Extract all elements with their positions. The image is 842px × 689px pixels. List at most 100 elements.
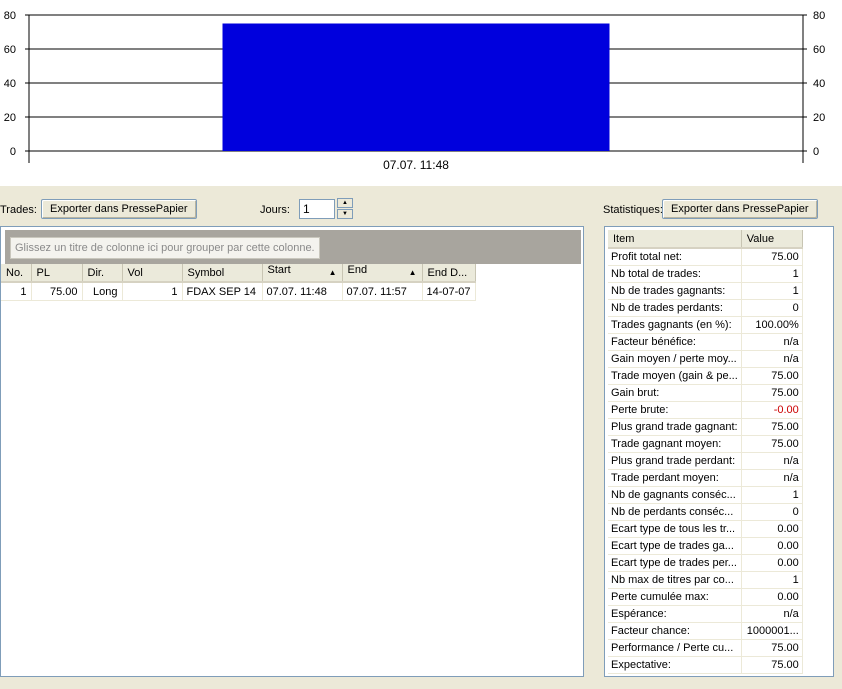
- stat-item: Nb de gagnants conséc...: [608, 486, 742, 504]
- cell-no: 1: [1, 282, 32, 301]
- table-row[interactable]: Ecart type de trades ga... 0.00: [608, 537, 803, 555]
- col-header-pl[interactable]: PL: [31, 264, 83, 283]
- stat-item: Trades gagnants (en %):: [608, 316, 742, 334]
- stat-value: n/a: [741, 350, 803, 368]
- table-row[interactable]: Perte cumulée max: 0.00: [608, 588, 803, 606]
- stat-value: 75.00: [741, 656, 803, 674]
- table-row[interactable]: Nb de trades perdants: 0: [608, 299, 803, 317]
- stat-value: 1: [741, 571, 803, 589]
- table-row[interactable]: Trade perdant moyen: n/a: [608, 469, 803, 487]
- days-spin-up-button[interactable]: ▲: [337, 198, 353, 208]
- table-row[interactable]: Perte brute: -0.00: [608, 401, 803, 419]
- stat-value: 0: [741, 503, 803, 521]
- stat-value: 75.00: [741, 367, 803, 385]
- x-tick-label: 07.07. 11:48: [383, 158, 449, 172]
- stat-item: Gain moyen / perte moy...: [608, 350, 742, 368]
- stat-value: 0.00: [741, 520, 803, 538]
- table-row[interactable]: Expectative: 75.00: [608, 656, 803, 674]
- cell-dir: Long: [82, 282, 123, 301]
- stat-item: Nb de trades gagnants:: [608, 282, 742, 300]
- arrow-up-icon: ▲: [342, 200, 348, 206]
- stat-item: Expectative:: [608, 656, 742, 674]
- sort-asc-icon: ▲: [328, 268, 337, 277]
- stat-item: Nb de perdants conséc...: [608, 503, 742, 521]
- y-tick-label-left: 60: [4, 44, 16, 56]
- cell-start: 07.07. 11:48: [262, 282, 343, 301]
- table-row[interactable]: Performance / Perte cu... 75.00: [608, 639, 803, 657]
- stat-item: Trade perdant moyen:: [608, 469, 742, 487]
- table-row[interactable]: Trade moyen (gain & pe... 75.00: [608, 367, 803, 385]
- col-header-start[interactable]: Start ▲: [262, 264, 343, 283]
- table-row[interactable]: Ecart type de trades per... 0.00: [608, 554, 803, 572]
- stat-value: 100.00%: [741, 316, 803, 334]
- col-header-end-date[interactable]: End D...: [422, 264, 476, 283]
- stats-grid[interactable]: Item Value Profit total net: 75.00 Nb tota…: [604, 226, 834, 677]
- stat-item: Profit total net:: [608, 248, 742, 266]
- stat-item: Nb de trades perdants:: [608, 299, 742, 317]
- days-label: Jours:: [260, 204, 290, 216]
- stat-value: 1000001...: [741, 622, 803, 640]
- y-tick-label-right: 60: [813, 44, 825, 56]
- y-tick-label-right: 0: [813, 146, 819, 158]
- stat-item: Trade moyen (gain & pe...: [608, 367, 742, 385]
- days-spin-down-button[interactable]: ▼: [337, 209, 353, 219]
- table-row[interactable]: Trade gagnant moyen: 75.00: [608, 435, 803, 453]
- stat-value: 75.00: [741, 384, 803, 402]
- table-row[interactable]: Plus grand trade perdant: n/a: [608, 452, 803, 470]
- table-row[interactable]: Nb total de trades: 1: [608, 265, 803, 283]
- table-row[interactable]: Plus grand trade gagnant: 75.00: [608, 418, 803, 436]
- col-header-vol[interactable]: Vol: [122, 264, 183, 283]
- cell-end: 07.07. 11:57: [342, 282, 423, 301]
- sort-asc-icon: ▲: [408, 268, 417, 277]
- table-row[interactable]: Gain brut: 75.00: [608, 384, 803, 402]
- y-tick-label-right: 80: [813, 10, 825, 22]
- stat-item: Gain brut:: [608, 384, 742, 402]
- table-row[interactable]: Nb de trades gagnants: 1: [608, 282, 803, 300]
- col-header-symbol[interactable]: Symbol: [182, 264, 263, 283]
- stat-item: Perte brute:: [608, 401, 742, 419]
- col-header-item[interactable]: Item: [608, 230, 742, 249]
- table-row[interactable]: Nb de perdants conséc... 0: [608, 503, 803, 521]
- stat-item: Facteur bénéfice:: [608, 333, 742, 351]
- table-row[interactable]: Espérance: n/a: [608, 605, 803, 623]
- stat-value: 75.00: [741, 248, 803, 266]
- table-row[interactable]: Trades gagnants (en %): 100.00%: [608, 316, 803, 334]
- stats-label: Statistiques:: [603, 204, 663, 216]
- table-row[interactable]: Facteur chance: 1000001...: [608, 622, 803, 640]
- table-row[interactable]: Nb max de titres par co... 1: [608, 571, 803, 589]
- table-row[interactable]: Gain moyen / perte moy... n/a: [608, 350, 803, 368]
- cell-vol: 1: [122, 282, 183, 301]
- cell-symbol: FDAX SEP 14: [182, 282, 263, 301]
- days-input[interactable]: [299, 199, 335, 219]
- stat-value: 1: [741, 265, 803, 283]
- export-stats-button[interactable]: Exporter dans PressePapier: [662, 199, 818, 219]
- arrow-down-icon: ▼: [342, 211, 348, 217]
- y-tick-label-left: 40: [4, 78, 16, 90]
- stats-header-row: Item Value: [608, 230, 803, 249]
- table-row[interactable]: Profit total net: 75.00: [608, 248, 803, 266]
- stat-item: Performance / Perte cu...: [608, 639, 742, 657]
- group-by-area[interactable]: Glissez un titre de colonne ici pour gro…: [5, 230, 581, 264]
- stat-item: Ecart type de trades per...: [608, 554, 742, 572]
- table-row[interactable]: Ecart type de tous les tr... 0.00: [608, 520, 803, 538]
- table-row[interactable]: 1 75.00 Long 1 FDAX SEP 14 07.07. 11:48 …: [1, 282, 476, 301]
- stat-item: Perte cumulée max:: [608, 588, 742, 606]
- export-trades-button[interactable]: Exporter dans PressePapier: [41, 199, 197, 219]
- trades-label: Trades:: [0, 204, 37, 216]
- stat-value: n/a: [741, 452, 803, 470]
- col-header-dir[interactable]: Dir.: [82, 264, 123, 283]
- stat-item: Plus grand trade perdant:: [608, 452, 742, 470]
- table-row[interactable]: Facteur bénéfice: n/a: [608, 333, 803, 351]
- col-header-value[interactable]: Value: [741, 230, 803, 249]
- stat-value: 75.00: [741, 435, 803, 453]
- trades-grid[interactable]: Glissez un titre de colonne ici pour gro…: [0, 226, 584, 677]
- y-tick-label-right: 20: [813, 112, 825, 124]
- col-header-no[interactable]: No.: [1, 264, 32, 283]
- trades-table: No. PL Dir. Vol Symbol Start ▲ End ▲ End D…: [1, 264, 476, 301]
- stat-value: 0: [741, 299, 803, 317]
- y-tick-label-left: 0: [10, 146, 16, 158]
- table-row[interactable]: Nb de gagnants conséc... 1: [608, 486, 803, 504]
- y-tick-label-right: 40: [813, 78, 825, 90]
- stat-value: 75.00: [741, 639, 803, 657]
- col-header-end[interactable]: End ▲: [342, 264, 423, 283]
